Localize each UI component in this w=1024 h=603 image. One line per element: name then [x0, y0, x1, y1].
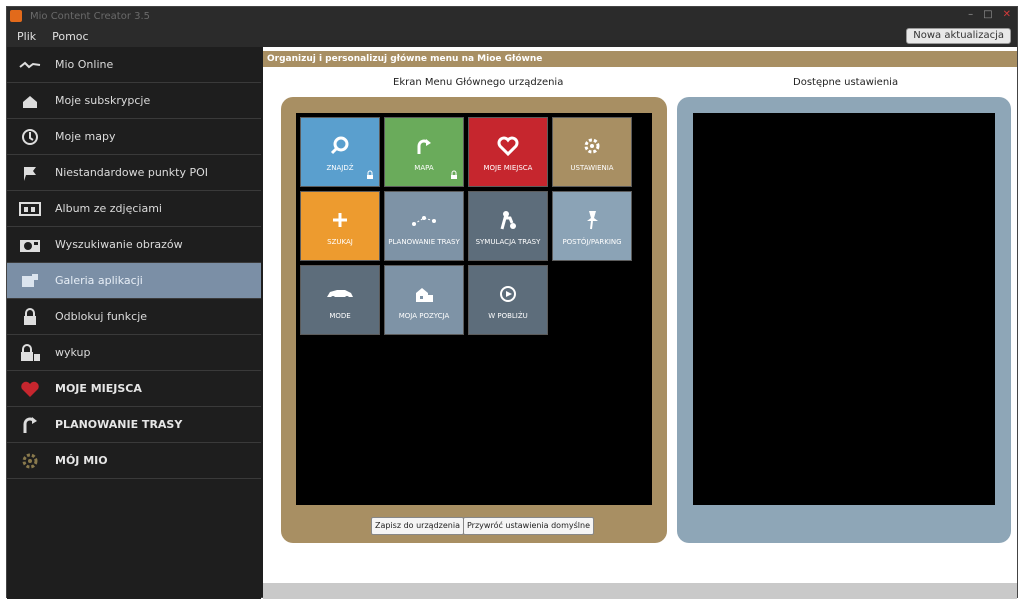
sidebar-item-buy[interactable]: wykup [7, 335, 261, 371]
sidebar: Mio Online Moje subskrypcje Moje mapy Ni… [7, 47, 261, 599]
window-controls: – □ ✕ [968, 9, 1011, 20]
sidebar-item-label: Galeria aplikacji [55, 274, 143, 287]
sidebar-item-label: Album ze zdjęciami [55, 202, 162, 215]
sidebar-item-subscriptions[interactable]: Moje subskrypcje [7, 83, 261, 119]
tile-route-planning[interactable]: PLANOWANIE TRASY [384, 191, 464, 261]
tile-label: MOJE MIEJSCA [483, 163, 533, 172]
sidebar-item-label: PLANOWANIE TRASY [55, 418, 183, 431]
sidebar-item-label: Moje subskrypcje [55, 94, 151, 107]
window-title: Mio Content Creator 3.5 [30, 10, 151, 22]
camera-icon [17, 237, 43, 253]
sidebar-item-photo-album[interactable]: Album ze zdjęciami [7, 191, 261, 227]
compass-icon [17, 128, 43, 146]
menu-help[interactable]: Pomoc [52, 30, 88, 43]
map-icon [414, 132, 434, 160]
sidebar-item-label: Mio Online [55, 58, 114, 71]
sidebar-item-poi[interactable]: Niestandardowe punkty POI [7, 155, 261, 191]
gear-icon [17, 452, 43, 470]
tile-label: POSTÓJ/PARKING [562, 237, 622, 246]
sidebar-item-label: MOJE MIEJSCA [55, 382, 142, 395]
sidebar-item-route-planning[interactable]: PLANOWANIE TRASY [7, 407, 261, 443]
menu-file[interactable]: Plik [17, 30, 36, 43]
tile-map[interactable]: MAPA [384, 117, 464, 187]
tile-mode[interactable]: MODE [300, 265, 380, 335]
tile-label: MAPA [414, 163, 434, 172]
sidebar-item-my-places[interactable]: MOJE MIEJSCA [7, 371, 261, 407]
sidebar-item-mio-online[interactable]: Mio Online [7, 47, 261, 83]
photo-album-icon [17, 201, 43, 217]
route-plan-icon [411, 206, 437, 234]
new-version-button[interactable]: Nowa aktualizacja [906, 28, 1011, 44]
content-header: Organizuj i personalizuj główne menu na … [263, 51, 1017, 67]
tile-route-simulation[interactable]: SYMULACJA TRASY [468, 191, 548, 261]
sidebar-item-app-gallery[interactable]: Galeria aplikacji [7, 263, 261, 299]
sidebar-item-label: wykup [55, 346, 91, 359]
heart-icon [497, 132, 519, 160]
sidebar-item-label: Moje mapy [55, 130, 116, 143]
pushpin-icon [583, 206, 601, 234]
save-to-device-button[interactable]: Zapisz do urządzenia [371, 517, 464, 535]
sidebar-item-image-search[interactable]: Wyszukiwanie obrazów [7, 227, 261, 263]
heart-icon [17, 380, 43, 398]
buy-key-icon [17, 343, 43, 362]
lock-icon [365, 170, 375, 183]
cloud-house-icon [17, 93, 43, 109]
tile-label: MODE [329, 311, 351, 320]
main-content: Organizuj i personalizuj główne menu na … [263, 47, 1017, 599]
sidebar-item-label: Wyszukiwanie obrazów [55, 238, 183, 251]
device-screen: ZNAJDŹ MAPA MOJE MIEJSCA USTAWIENIA SZUK… [296, 113, 652, 505]
settings-panel [677, 97, 1011, 543]
tile-label: ZNAJDŹ [326, 163, 354, 172]
tile-my-places[interactable]: MOJE MIEJSCA [468, 117, 548, 187]
app-gallery-icon [17, 273, 43, 289]
sidebar-item-my-mio[interactable]: MÓJ MIO [7, 443, 261, 479]
gear-icon [582, 132, 602, 160]
position-icon [414, 280, 434, 308]
tile-nearby[interactable]: W POBLIŻU [468, 265, 548, 335]
tile-label: PLANOWANIE TRASY [388, 237, 460, 246]
close-icon[interactable]: ✕ [1003, 9, 1011, 20]
sidebar-item-label: MÓJ MIO [55, 454, 108, 467]
app-window: Mio Content Creator 3.5 – □ ✕ Plik Pomoc… [6, 6, 1018, 599]
sidebar-item-unlock[interactable]: Odblokuj funkcje [7, 299, 261, 335]
sidebar-item-label: Odblokuj funkcje [55, 310, 148, 323]
available-settings-title: Dostępne ustawienia [793, 77, 899, 88]
title-bar: Mio Content Creator 3.5 – □ ✕ [7, 7, 1017, 25]
settings-screen [693, 113, 995, 505]
sidebar-item-label: Niestandardowe punkty POI [55, 166, 208, 179]
maximize-icon[interactable]: □ [983, 9, 992, 20]
tile-label: SZUKAJ [327, 237, 353, 246]
app-logo-icon [10, 10, 22, 22]
tile-parking[interactable]: POSTÓJ/PARKING [552, 191, 632, 261]
route-icon [17, 415, 43, 435]
plus-icon [331, 206, 349, 234]
device-menu-panel: ZNAJDŹ MAPA MOJE MIEJSCA USTAWIENIA SZUK… [281, 97, 667, 543]
tile-label: W POBLIŻU [488, 311, 528, 320]
status-bar [263, 583, 1017, 599]
tile-label: SYMULACJA TRASY [475, 237, 541, 246]
car-icon [325, 280, 355, 308]
padlock-icon [17, 307, 43, 326]
menu-bar: Plik Pomoc Nowa aktualizacja [7, 25, 1017, 47]
tile-my-position[interactable]: MOJA POZYCJA [384, 265, 464, 335]
lock-icon [449, 170, 459, 183]
wave-icon [17, 60, 43, 70]
tile-settings[interactable]: USTAWIENIA [552, 117, 632, 187]
sidebar-item-maps[interactable]: Moje mapy [7, 119, 261, 155]
tile-find[interactable]: ZNAJDŹ [300, 117, 380, 187]
search-icon [330, 132, 350, 160]
tile-search[interactable]: SZUKAJ [300, 191, 380, 261]
device-menu-title: Ekran Menu Głównego urządzenia [393, 77, 564, 88]
nearby-icon [498, 280, 518, 308]
tile-label: USTAWIENIA [570, 163, 614, 172]
poi-flag-icon [17, 164, 43, 182]
minimize-icon[interactable]: – [968, 9, 973, 20]
simulation-icon [498, 206, 518, 234]
restore-defaults-button[interactable]: Przywróć ustawienia domyślne [463, 517, 594, 535]
tile-label: MOJA POZYCJA [398, 311, 450, 320]
